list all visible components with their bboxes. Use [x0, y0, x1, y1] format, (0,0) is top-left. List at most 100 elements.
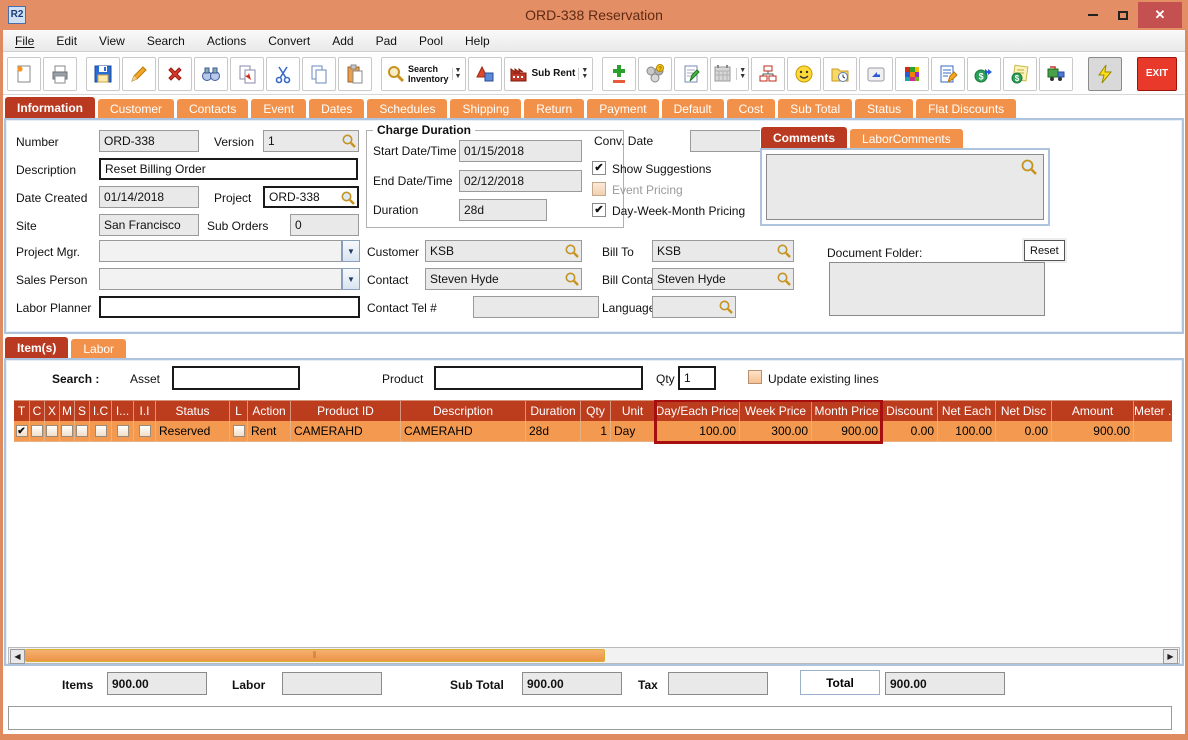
add-line-button[interactable]: [602, 56, 637, 91]
language-lookup-icon[interactable]: [718, 299, 734, 315]
labor-planner-field[interactable]: [99, 296, 360, 318]
tab-flat-discounts[interactable]: Flat Discounts: [915, 98, 1018, 118]
row-checkbox-i-i[interactable]: [138, 425, 151, 437]
cell-day-each-price[interactable]: 100.00: [655, 421, 740, 442]
exit-button[interactable]: EXIT: [1137, 56, 1177, 91]
cut-button[interactable]: [266, 56, 300, 91]
calendar-button[interactable]: ▼ ▼: [710, 56, 750, 91]
cell-description[interactable]: CAMERAHD: [401, 421, 526, 442]
menu-edit[interactable]: Edit: [56, 34, 77, 48]
row-checkbox-c[interactable]: [31, 425, 43, 437]
customer-lookup-icon[interactable]: [564, 243, 580, 259]
cell-c[interactable]: [30, 421, 45, 442]
menu-view[interactable]: View: [99, 34, 125, 48]
col-header-unit[interactable]: Unit: [611, 400, 655, 421]
bill-to-lookup-icon[interactable]: [776, 243, 792, 259]
col-header-discount[interactable]: Discount: [882, 400, 938, 421]
description-field[interactable]: Reset Billing Order: [99, 158, 358, 180]
cell-meter-[interactable]: [1134, 421, 1172, 442]
close-button[interactable]: ✕: [1138, 2, 1182, 28]
cell-net-each[interactable]: 100.00: [938, 421, 996, 442]
print-button[interactable]: [43, 56, 77, 91]
menu-pad[interactable]: Pad: [376, 34, 397, 48]
cell-t[interactable]: ✔: [14, 421, 30, 442]
tab-default[interactable]: Default: [660, 98, 725, 118]
row-checkbox-m[interactable]: [61, 425, 73, 437]
edit-button[interactable]: [122, 56, 156, 91]
bill-contact-lookup-icon[interactable]: [776, 271, 792, 287]
objects-button[interactable]: [468, 56, 503, 91]
tab-event[interactable]: Event: [250, 98, 308, 118]
col-header-qty[interactable]: Qty: [581, 400, 611, 421]
menu-pool[interactable]: Pool: [419, 34, 443, 48]
transfer-button[interactable]: [230, 56, 264, 91]
product-input[interactable]: [434, 366, 643, 390]
start-date-field[interactable]: 01/15/2018: [459, 140, 582, 162]
group-lookup-button[interactable]: ?: [638, 56, 673, 91]
col-header-l[interactable]: L: [230, 400, 248, 421]
asset-input[interactable]: [172, 366, 300, 390]
menu-file[interactable]: File: [15, 34, 34, 48]
tab-shipping[interactable]: Shipping: [449, 98, 523, 118]
edit-note-button[interactable]: [931, 56, 966, 91]
cell-week-price[interactable]: 300.00: [740, 421, 812, 442]
money-transfer-button[interactable]: $: [967, 56, 1002, 91]
contact-tel-field[interactable]: [473, 296, 599, 318]
tab-contacts[interactable]: Contacts: [176, 98, 250, 118]
col-header-c[interactable]: C: [30, 400, 45, 421]
sales-person-dropdown[interactable]: ▼: [342, 268, 360, 290]
update-existing-lines-checkbox[interactable]: [748, 370, 762, 384]
tab-schedules[interactable]: Schedules: [366, 98, 449, 118]
bill-contact-field[interactable]: Steven Hyde: [652, 268, 794, 290]
col-header-duration[interactable]: Duration: [526, 400, 581, 421]
cell-duration[interactable]: 28d: [526, 421, 581, 442]
grid-data-row[interactable]: ✔ Reserved Rent CAMERAHD CAMERAHD 28d 1 Day 100.…: [14, 421, 1172, 442]
project-lookup-icon[interactable]: [340, 190, 356, 206]
contact-lookup-icon[interactable]: [564, 271, 580, 287]
date-created-field[interactable]: 01/14/2018: [99, 186, 199, 208]
cell-x[interactable]: [45, 421, 60, 442]
tab-labor[interactable]: Labor: [70, 338, 128, 358]
org-chart-button[interactable]: [751, 56, 786, 91]
cell-l[interactable]: [230, 421, 248, 442]
tab-return[interactable]: Return: [523, 98, 586, 118]
duration-field[interactable]: 28d: [459, 199, 547, 221]
tab-laborcomments[interactable]: LaborComments: [849, 128, 964, 148]
menu-search[interactable]: Search: [147, 34, 185, 48]
row-checkbox-x[interactable]: [46, 425, 58, 437]
cell-net-disc[interactable]: 0.00: [996, 421, 1052, 442]
menu-add[interactable]: Add: [332, 34, 353, 48]
cell-i-c[interactable]: [90, 421, 112, 442]
customer-field[interactable]: KSB: [425, 240, 582, 262]
cell-i-[interactable]: [112, 421, 134, 442]
col-header-meter-[interactable]: Meter ...: [1134, 400, 1172, 421]
col-header-i-i[interactable]: I.I: [134, 400, 156, 421]
col-header-x[interactable]: X: [45, 400, 60, 421]
project-mgr-dropdown[interactable]: ▼: [342, 240, 360, 262]
tab-dates[interactable]: Dates: [308, 98, 366, 118]
col-header-amount[interactable]: Amount: [1052, 400, 1134, 421]
col-header-status[interactable]: Status: [156, 400, 230, 421]
language-field[interactable]: [652, 296, 736, 318]
tab-payment[interactable]: Payment: [586, 98, 660, 118]
cell-i-i[interactable]: [134, 421, 156, 442]
maximize-button[interactable]: [1108, 2, 1138, 28]
cell-amount[interactable]: 900.00: [1052, 421, 1134, 442]
cell-m[interactable]: [60, 421, 75, 442]
tab-customer[interactable]: Customer: [97, 98, 176, 118]
qty-input[interactable]: 1: [678, 366, 716, 390]
new-document-button[interactable]: [7, 56, 41, 91]
row-checkbox-t[interactable]: ✔: [15, 425, 28, 437]
col-header-product-id[interactable]: Product ID: [291, 400, 401, 421]
invoice-button[interactable]: $: [1003, 56, 1038, 91]
menu-actions[interactable]: Actions: [207, 34, 246, 48]
quick-action-button[interactable]: [1088, 56, 1123, 91]
show-suggestions-checkbox[interactable]: ✔: [592, 161, 606, 175]
row-checkbox-s[interactable]: [76, 425, 88, 437]
sub-orders-field[interactable]: 0: [290, 214, 359, 236]
sub-rent-button[interactable]: Sub Rent ▼ ▼: [504, 56, 594, 91]
comments-lookup-icon[interactable]: [1020, 158, 1038, 176]
row-checkbox-i-[interactable]: [116, 425, 129, 437]
tab-status[interactable]: Status: [854, 98, 915, 118]
blocks-button[interactable]: [895, 56, 930, 91]
